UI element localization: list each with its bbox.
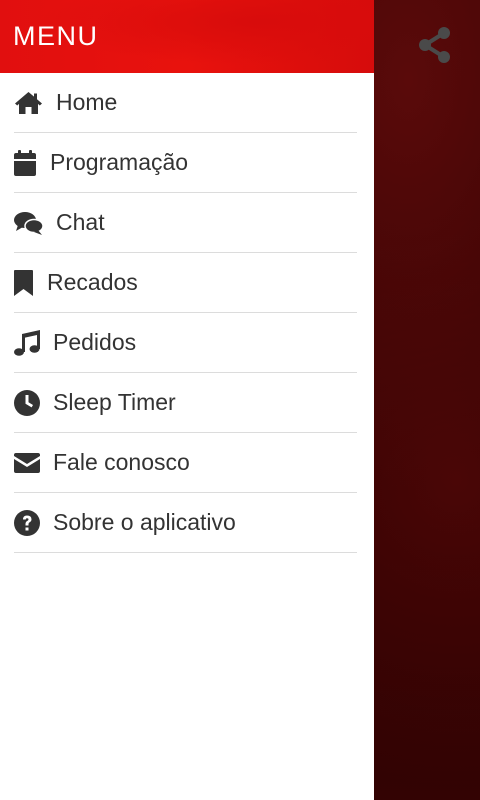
menu-item-home[interactable]: Home xyxy=(14,73,357,133)
menu-item-label: Sleep Timer xyxy=(53,389,176,415)
drawer-title: MENU xyxy=(13,21,99,51)
navigation-drawer: MENU Home Programação Chat Recados Pedid… xyxy=(0,0,374,800)
menu-item-label: Recados xyxy=(47,269,138,295)
menu-item-sleep-timer[interactable]: Sleep Timer xyxy=(14,373,357,433)
menu-item-label: Sobre o aplicativo xyxy=(53,509,236,535)
share-icon xyxy=(417,26,453,69)
clock-icon xyxy=(14,389,53,417)
menu-item-pedidos[interactable]: Pedidos xyxy=(14,313,357,373)
question-icon xyxy=(14,509,53,537)
calendar-icon xyxy=(14,149,50,177)
music-icon xyxy=(14,329,53,357)
menu-list: Home Programação Chat Recados Pedidos Sl… xyxy=(0,73,374,553)
menu-item-label: Pedidos xyxy=(53,329,137,355)
menu-item-programacao[interactable]: Programação xyxy=(14,133,357,193)
menu-item-chat[interactable]: Chat xyxy=(14,193,357,253)
chat-icon xyxy=(14,209,56,237)
menu-item-label: Chat xyxy=(56,209,105,235)
menu-item-recados[interactable]: Recados xyxy=(14,253,357,313)
menu-item-label: Home xyxy=(56,89,118,115)
app-screen: MENU Home Programação Chat Recados Pedid… xyxy=(0,0,480,800)
share-button[interactable] xyxy=(414,26,456,68)
menu-item-sobre[interactable]: Sobre o aplicativo xyxy=(14,493,357,553)
bookmark-icon xyxy=(14,269,47,297)
menu-item-label: Programação xyxy=(50,149,189,175)
menu-item-fale-conosco[interactable]: Fale conosco xyxy=(14,433,357,493)
menu-item-label: Fale conosco xyxy=(53,449,190,475)
drawer-header: MENU xyxy=(0,0,374,73)
home-icon xyxy=(14,89,56,117)
envelope-icon xyxy=(14,449,53,477)
